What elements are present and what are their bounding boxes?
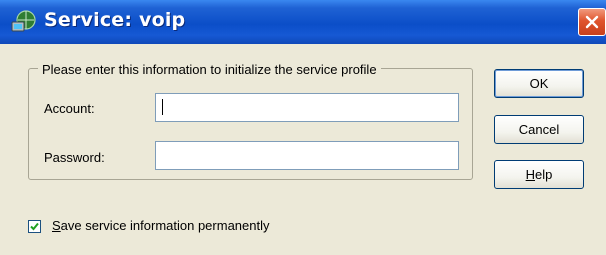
network-service-icon bbox=[10, 8, 38, 36]
ok-button[interactable]: OK bbox=[494, 69, 584, 98]
checkmark-icon bbox=[30, 222, 39, 231]
help-mnemonic: H bbox=[525, 167, 536, 182]
save-label-rest: ave service information permanently bbox=[60, 218, 270, 233]
save-permanently-checkbox[interactable] bbox=[28, 220, 41, 233]
save-mnemonic: S bbox=[52, 218, 61, 233]
help-button[interactable]: Help bbox=[494, 160, 584, 189]
account-label: Account: bbox=[44, 101, 95, 116]
close-icon bbox=[585, 15, 599, 29]
group-legend: Please enter this information to initial… bbox=[38, 62, 381, 77]
account-field[interactable] bbox=[155, 93, 459, 122]
text-caret bbox=[162, 99, 163, 115]
save-permanently-label: Save service information permanently bbox=[52, 218, 270, 233]
title-bar[interactable]: Service: voip bbox=[0, 0, 606, 44]
help-label: elp bbox=[535, 167, 553, 182]
password-label: Password: bbox=[44, 150, 105, 165]
close-button[interactable] bbox=[578, 8, 606, 36]
window-title: Service: voip bbox=[44, 9, 186, 31]
password-field[interactable] bbox=[155, 141, 459, 170]
cancel-button[interactable]: Cancel bbox=[494, 115, 584, 144]
service-dialog: Service: voip Please enter this informat… bbox=[0, 0, 606, 255]
